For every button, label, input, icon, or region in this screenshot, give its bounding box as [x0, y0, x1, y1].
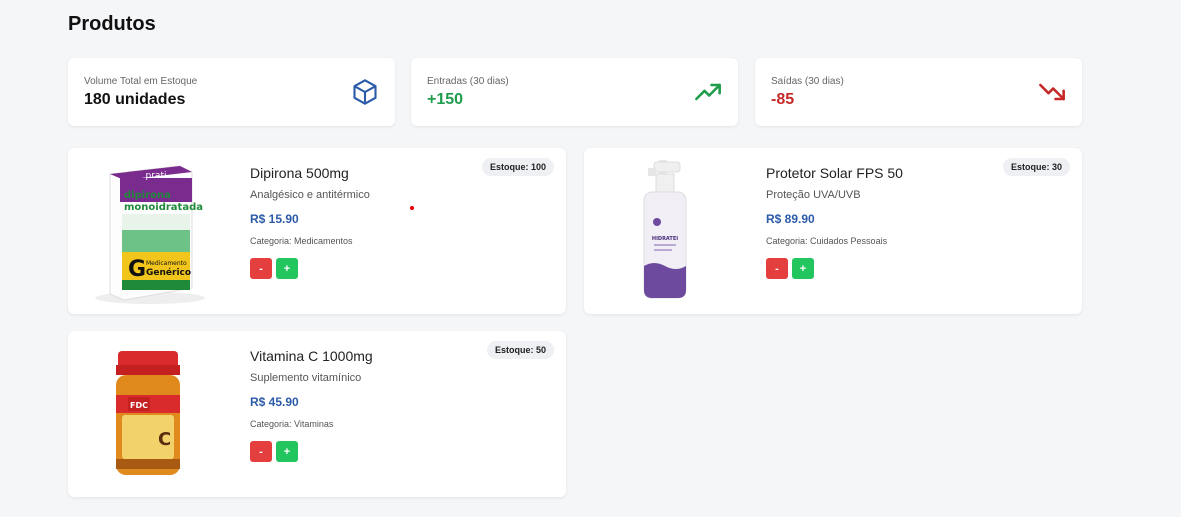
page-title: Produtos: [68, 13, 156, 35]
stat-value: -85: [771, 91, 795, 108]
product-image-protetor-solar: HIDRATEI: [643, 160, 687, 299]
stock-badge: Estoque: 30: [1002, 158, 1070, 176]
product-category: Categoria: Cuidados Pessoais: [766, 236, 888, 246]
product-card-vitamina-c: FDC C Vitamina C 1000mg Suplemento vitam…: [68, 331, 566, 497]
product-name: Vitamina C 1000mg: [250, 348, 373, 364]
product-image-label: C: [158, 429, 171, 450]
trending-up-icon: [695, 83, 721, 101]
product-name: Dipirona 500mg: [250, 165, 349, 181]
product-image-badge: G: [128, 257, 146, 282]
product-description: Proteção UVA/UVB: [766, 189, 861, 201]
product-category: Categoria: Vitaminas: [250, 419, 334, 429]
product-image-line1: dipirona: [124, 190, 171, 201]
product-category: Categoria: Medicamentos: [250, 236, 353, 246]
product-image-line2: monoidratada: [124, 202, 203, 213]
decrease-stock-button[interactable]: -: [766, 258, 788, 279]
product-card-protetor-solar: HIDRATEI Protetor Solar FPS 50 Proteção …: [584, 148, 1082, 314]
product-description: Suplemento vitamínico: [250, 372, 362, 384]
stat-card-entries: Entradas (30 dias) +150: [411, 58, 738, 126]
stat-value: +150: [427, 91, 464, 108]
increase-stock-button[interactable]: +: [792, 258, 814, 279]
product-name: Protetor Solar FPS 50: [766, 165, 903, 181]
cursor-dot: [410, 206, 414, 210]
trending-down-icon: [1039, 83, 1065, 101]
product-image-generic1: Medicamento: [146, 260, 187, 267]
product-image-generic2: Genérico: [146, 267, 191, 278]
product-image-brand: FDC: [130, 401, 148, 410]
cube-icon: [353, 79, 377, 105]
product-price: R$ 15.90: [250, 212, 299, 226]
product-card-dipirona: prati dipirona monoidratada G Medicament…: [68, 148, 566, 314]
stat-card-total-stock: Volume Total em Estoque 180 unidades: [68, 58, 395, 126]
stat-label: Volume Total em Estoque: [84, 76, 198, 87]
product-price: R$ 89.90: [766, 212, 815, 226]
stock-badge: Estoque: 50: [486, 341, 554, 359]
decrease-stock-button[interactable]: -: [250, 441, 272, 462]
product-price: R$ 45.90: [250, 395, 299, 409]
increase-stock-button[interactable]: +: [276, 441, 298, 462]
stat-card-exits: Saídas (30 dias) -85: [755, 58, 1082, 126]
product-image-vitamina-c: FDC C: [116, 351, 180, 475]
stat-label: Saídas (30 dias): [771, 76, 844, 87]
product-image-label: HIDRATEI: [652, 236, 678, 242]
increase-stock-button[interactable]: +: [276, 258, 298, 279]
stock-badge: Estoque: 100: [481, 158, 554, 176]
decrease-stock-button[interactable]: -: [250, 258, 272, 279]
product-image-dipirona: prati dipirona monoidratada G Medicament…: [95, 165, 205, 304]
product-image-brand: prati: [146, 171, 167, 181]
product-description: Analgésico e antitérmico: [250, 189, 370, 201]
stat-value: 180 unidades: [84, 91, 186, 108]
stat-label: Entradas (30 dias): [427, 76, 509, 87]
